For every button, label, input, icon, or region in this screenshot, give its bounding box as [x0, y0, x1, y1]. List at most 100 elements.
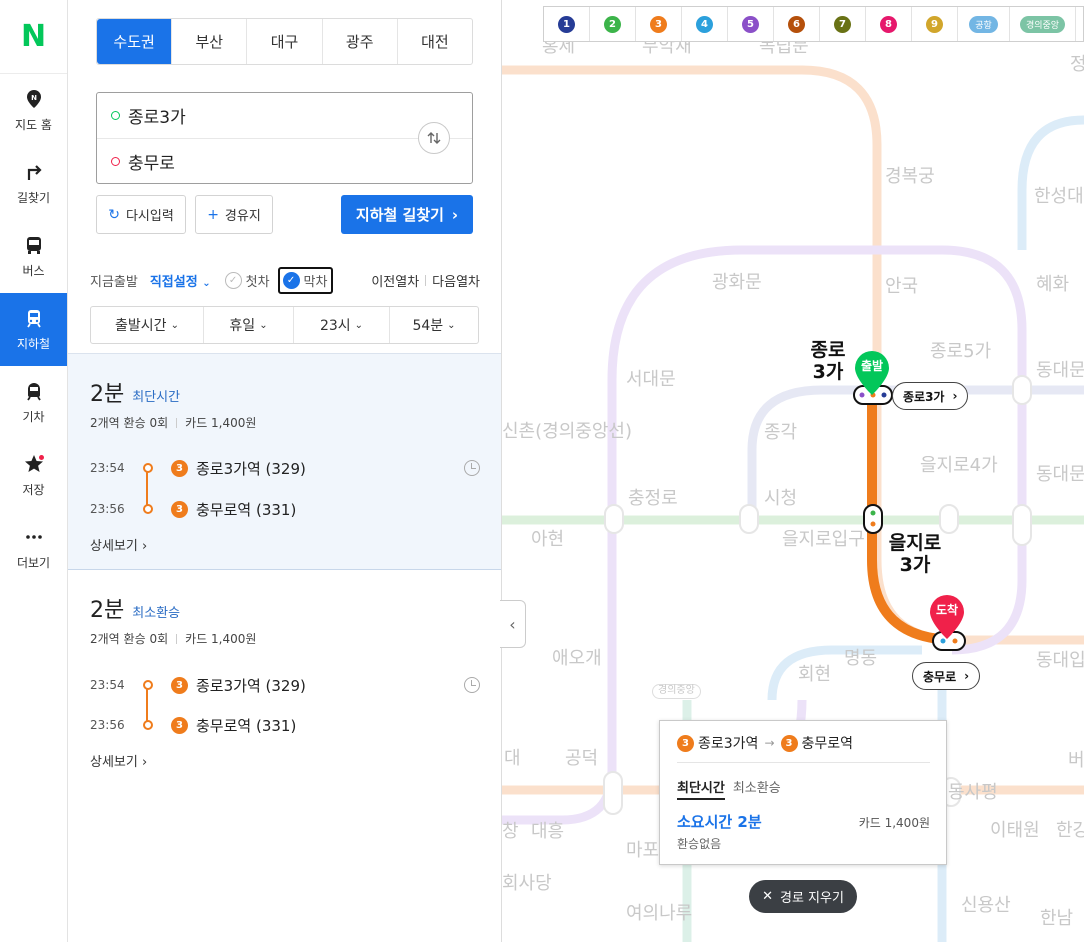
map-label: 이태원	[990, 820, 1040, 841]
line-filter-6[interactable]: 6	[774, 7, 820, 41]
turn-arrow-icon	[27, 165, 42, 180]
clear-route-label: 경로 지우기	[779, 891, 844, 906]
map-label: 마포	[626, 840, 660, 861]
region-tab-daejeon[interactable]: 대전	[398, 19, 472, 64]
line-filter-8[interactable]: 8	[866, 7, 912, 41]
subway-search-button[interactable]: 지하철 길찾기 ›	[341, 195, 473, 234]
end-pin-label: 도착	[935, 603, 959, 617]
detail-link[interactable]: 상세보기 ›	[90, 535, 147, 554]
chevron-down-icon: ⌄	[202, 277, 211, 289]
result-header: 2분 최단시간	[90, 376, 180, 408]
depart-now-option[interactable]: 지금출발	[90, 271, 138, 290]
popup-tab-min-transfer[interactable]: 최소환승	[733, 777, 781, 800]
line-filter-3[interactable]: 3	[636, 7, 682, 41]
swap-arrows-icon	[427, 132, 441, 144]
chevron-down-icon: ⌄	[354, 319, 364, 331]
popup-transfer: 환승없음	[677, 837, 722, 851]
line-3-badge: 3	[171, 500, 188, 518]
route-leg: 23:54 3 종로3가역 (329)	[90, 457, 480, 479]
check-icon: ✓	[224, 271, 242, 289]
subway-panel: 수도권 부산 대구 광주 대전 종로3가 충무로 ↻ 다시입력 + 경유지 지하…	[68, 0, 502, 942]
rail-item-more[interactable]: 더보기	[0, 512, 67, 585]
popup-route: 3 종로3가역 → 3 충무로역	[677, 733, 853, 753]
hour-select[interactable]: 23시 ⌄	[294, 307, 390, 343]
clock-icon[interactable]	[464, 460, 480, 476]
chevron-right-icon: ›	[964, 669, 970, 683]
line-filter-4[interactable]: 4	[682, 7, 728, 41]
chevron-down-icon: ⌄	[447, 319, 456, 331]
clock-icon[interactable]	[464, 677, 480, 693]
collapse-panel-button[interactable]: ‹	[500, 600, 526, 648]
line-filter-airport[interactable]: 공항	[958, 7, 1010, 41]
start-pin-label: 출발	[860, 359, 884, 373]
refresh-icon: ↻	[108, 206, 120, 223]
mid-station-map-label: 을지로3가	[888, 532, 942, 576]
route-result[interactable]: 2분 최소환승 2개역 환승 0회 카드 1,400원 23:54 3 종로3가…	[68, 569, 501, 942]
clear-route-button[interactable]: ✕ 경로 지우기	[749, 880, 857, 913]
day-type-select[interactable]: 휴일 ⌄	[204, 307, 294, 343]
route-leg: 23:56 3 충무로역 (331)	[90, 498, 480, 520]
region-tab-gwangju[interactable]: 광주	[323, 19, 398, 64]
popup-fare: 카드 1,400원	[858, 816, 930, 830]
train-icon	[26, 383, 41, 401]
map-label: 대	[504, 748, 521, 769]
divider	[677, 762, 930, 763]
end-station-field[interactable]: 충무로	[97, 138, 472, 183]
region-tab-busan[interactable]: 부산	[172, 19, 248, 64]
map-label: 신촌(경의중앙선)	[502, 421, 632, 442]
time-selector: 출발시간 ⌄ 휴일 ⌄ 23시 ⌄ 54분 ⌄	[90, 306, 479, 344]
end-pin[interactable]: 도착	[928, 593, 966, 641]
line-filter-2[interactable]: 2	[590, 7, 636, 41]
result-fare: 카드 1,400원	[185, 416, 257, 430]
start-station-field[interactable]: 종로3가	[97, 93, 472, 138]
naver-logo[interactable]: N	[0, 0, 67, 74]
end-station-chip[interactable]: 충무로 ›	[912, 662, 981, 690]
last-train-label: 막차	[303, 274, 328, 290]
rail-item-subway[interactable]: 지하철	[0, 293, 67, 366]
rail-item-train[interactable]: 기차	[0, 366, 67, 439]
subway-map[interactable]: 홍제 무악재 독립문 정 경복궁 한성대입구 광화문 안국 혜화 서대문 종로5…	[502, 0, 1084, 942]
map-label: 을지로입구	[782, 529, 865, 550]
chevron-right-icon: ›	[952, 389, 958, 403]
map-label: 을지로4가	[920, 455, 998, 476]
line-filter-1[interactable]: 1	[544, 7, 590, 41]
add-waypoint-button[interactable]: + 경유지	[195, 195, 273, 234]
rail-item-bus[interactable]: 버스	[0, 220, 67, 293]
next-train-link[interactable]: 다음열차	[432, 271, 480, 290]
reset-button[interactable]: ↻ 다시입력	[96, 195, 186, 234]
leg-station: 충무로역 (331)	[196, 500, 297, 519]
last-train-checkbox[interactable]: ✓ 막차	[277, 266, 334, 294]
detail-link[interactable]: 상세보기 ›	[90, 751, 147, 770]
start-pin[interactable]: 출발	[853, 349, 891, 397]
line-filter-7[interactable]: 7	[820, 7, 866, 41]
route-result[interactable]: 2분 최단시간 2개역 환승 0회 카드 1,400원 23:54 3 종로3가…	[68, 353, 501, 570]
new-dot	[39, 455, 44, 460]
first-train-checkbox[interactable]: ✓ 첫차	[224, 271, 270, 290]
map-label: 종각	[764, 422, 798, 443]
popup-tab-fastest[interactable]: 최단시간	[677, 777, 725, 800]
swap-stations-button[interactable]	[418, 122, 450, 154]
map-label: 서대문	[626, 369, 676, 390]
popup-from: 종로3가역	[698, 736, 759, 752]
region-tab-daegu[interactable]: 대구	[247, 19, 323, 64]
custom-time-option[interactable]: 직접설정 ⌄	[150, 271, 211, 290]
map-label: 종로5가	[930, 341, 992, 362]
minute-select[interactable]: 54분 ⌄	[390, 307, 478, 343]
map-label: 버티	[1068, 750, 1084, 771]
result-duration: 2분	[90, 598, 125, 623]
prev-train-link[interactable]: 이전열차	[371, 271, 419, 290]
start-station-map-label: 종로3가	[810, 339, 846, 383]
line-filter-gyeongui[interactable]: 경의중앙	[1010, 7, 1076, 41]
plus-icon: +	[207, 206, 219, 223]
line-filter-9[interactable]: 9	[912, 7, 958, 41]
region-tab-capital[interactable]: 수도권	[97, 19, 173, 64]
map-label: 공덕	[565, 748, 599, 769]
rail-item-map-home[interactable]: N 지도 홈	[0, 74, 67, 147]
time-mode-select[interactable]: 출발시간 ⌄	[91, 307, 204, 343]
rail-item-saved[interactable]: 저장	[0, 439, 67, 512]
start-station-chip[interactable]: 종로3가 ›	[892, 382, 969, 410]
rail-item-directions[interactable]: 길찾기	[0, 147, 67, 220]
map-label: 동대입구	[1036, 650, 1084, 671]
line-filter-5[interactable]: 5	[728, 7, 774, 41]
map-label: 창	[502, 821, 519, 842]
